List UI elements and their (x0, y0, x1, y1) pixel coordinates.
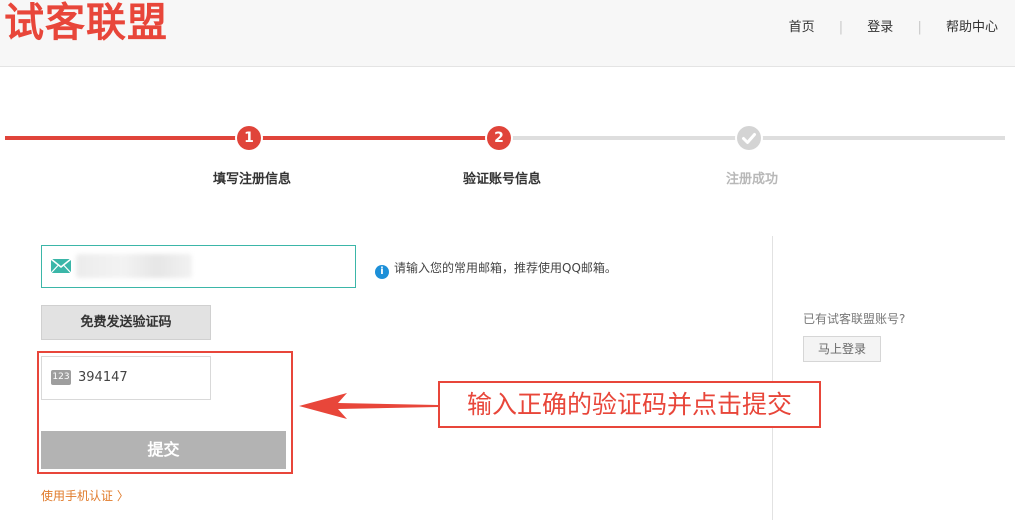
nav-separator: | (917, 20, 922, 35)
check-icon (742, 133, 756, 144)
have-account-text: 已有试客联盟账号? (803, 312, 906, 326)
step-3-check-icon (737, 126, 761, 150)
step-1-label: 填写注册信息 (213, 172, 292, 187)
nav-login[interactable]: 登录 (867, 16, 893, 35)
email-hint: i 请输入您的常用邮箱，推荐使用QQ邮箱。 (375, 259, 617, 279)
header: 试客联盟 首页 | 登录 | 帮助中心 (0, 0, 1015, 67)
site-logo[interactable]: 试客联盟 (4, 0, 168, 46)
mail-icon (51, 259, 71, 273)
verification-code-value: 394147 (78, 370, 128, 385)
email-input[interactable] (41, 245, 356, 288)
send-code-button[interactable]: 免费发送验证码 (41, 305, 211, 340)
submit-button[interactable]: 提交 (41, 431, 286, 469)
phone-verify-link[interactable]: 使用手机认证 〉 (41, 487, 129, 504)
login-now-button[interactable]: 马上登录 (803, 336, 881, 362)
step-2-label: 验证账号信息 (463, 172, 542, 187)
step-2-marker: 2 (487, 126, 511, 150)
annotation-arrow-icon (299, 393, 438, 419)
nav-separator: | (838, 20, 844, 35)
verification-code-input[interactable]: 123 394147 (41, 356, 211, 400)
vertical-divider (772, 236, 773, 520)
email-hint-text: 请输入您的常用邮箱，推荐使用QQ邮箱。 (394, 261, 617, 275)
info-icon: i (375, 265, 389, 279)
nav-home[interactable]: 首页 (789, 16, 815, 35)
step-3-label: 注册成功 (726, 172, 779, 187)
step-1-marker: 1 (237, 126, 261, 150)
top-nav: 首页 | 登录 | 帮助中心 (789, 16, 998, 35)
code-icon: 123 (51, 370, 71, 385)
nav-help-center[interactable]: 帮助中心 (946, 16, 998, 35)
email-value-redacted (76, 254, 192, 278)
annotation-callout: 输入正确的验证码并点击提交 (438, 381, 821, 428)
